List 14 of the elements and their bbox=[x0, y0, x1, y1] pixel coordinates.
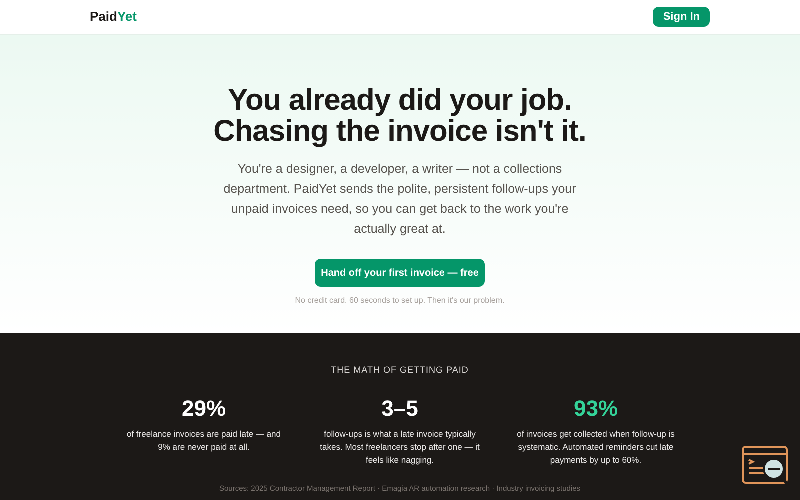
stat-value: 29% bbox=[182, 396, 226, 422]
sign-in-button[interactable]: Sign In bbox=[653, 7, 710, 27]
stat-value: 93% bbox=[574, 396, 618, 422]
stat-description: of invoices get collected when follow-up is systematic. Automated reminders cut late payments by up to 60%. bbox=[516, 428, 676, 466]
stat-value: 3–5 bbox=[382, 396, 418, 422]
hero-title: You already did your job. bbox=[228, 85, 572, 116]
stat-description: follow-ups is what a late invoice typically takes. Most freelancers stop after one — it feels like nagging. bbox=[320, 428, 480, 466]
hero-description: You're a designer, a developer, a writer — not a collections department. PaidYet sends the polite, persistent follow-ups your unpaid invoices need, so you can get back to the work you're actually great at. bbox=[222, 161, 578, 238]
section-heading: THE MATH OF GETTING PAID bbox=[331, 364, 469, 377]
hero-title: Chasing the invoice isn't it. bbox=[214, 116, 586, 147]
logo[interactable]: PaidYet bbox=[90, 7, 137, 27]
stat-description: of freelance invoices are paid late — and 9% are never paid at all. bbox=[126, 428, 282, 454]
cta-note: No credit card. 60 seconds to set up. Then it's our problem. bbox=[295, 295, 505, 307]
cta-button[interactable]: Hand off your first invoice — free bbox=[315, 259, 485, 287]
